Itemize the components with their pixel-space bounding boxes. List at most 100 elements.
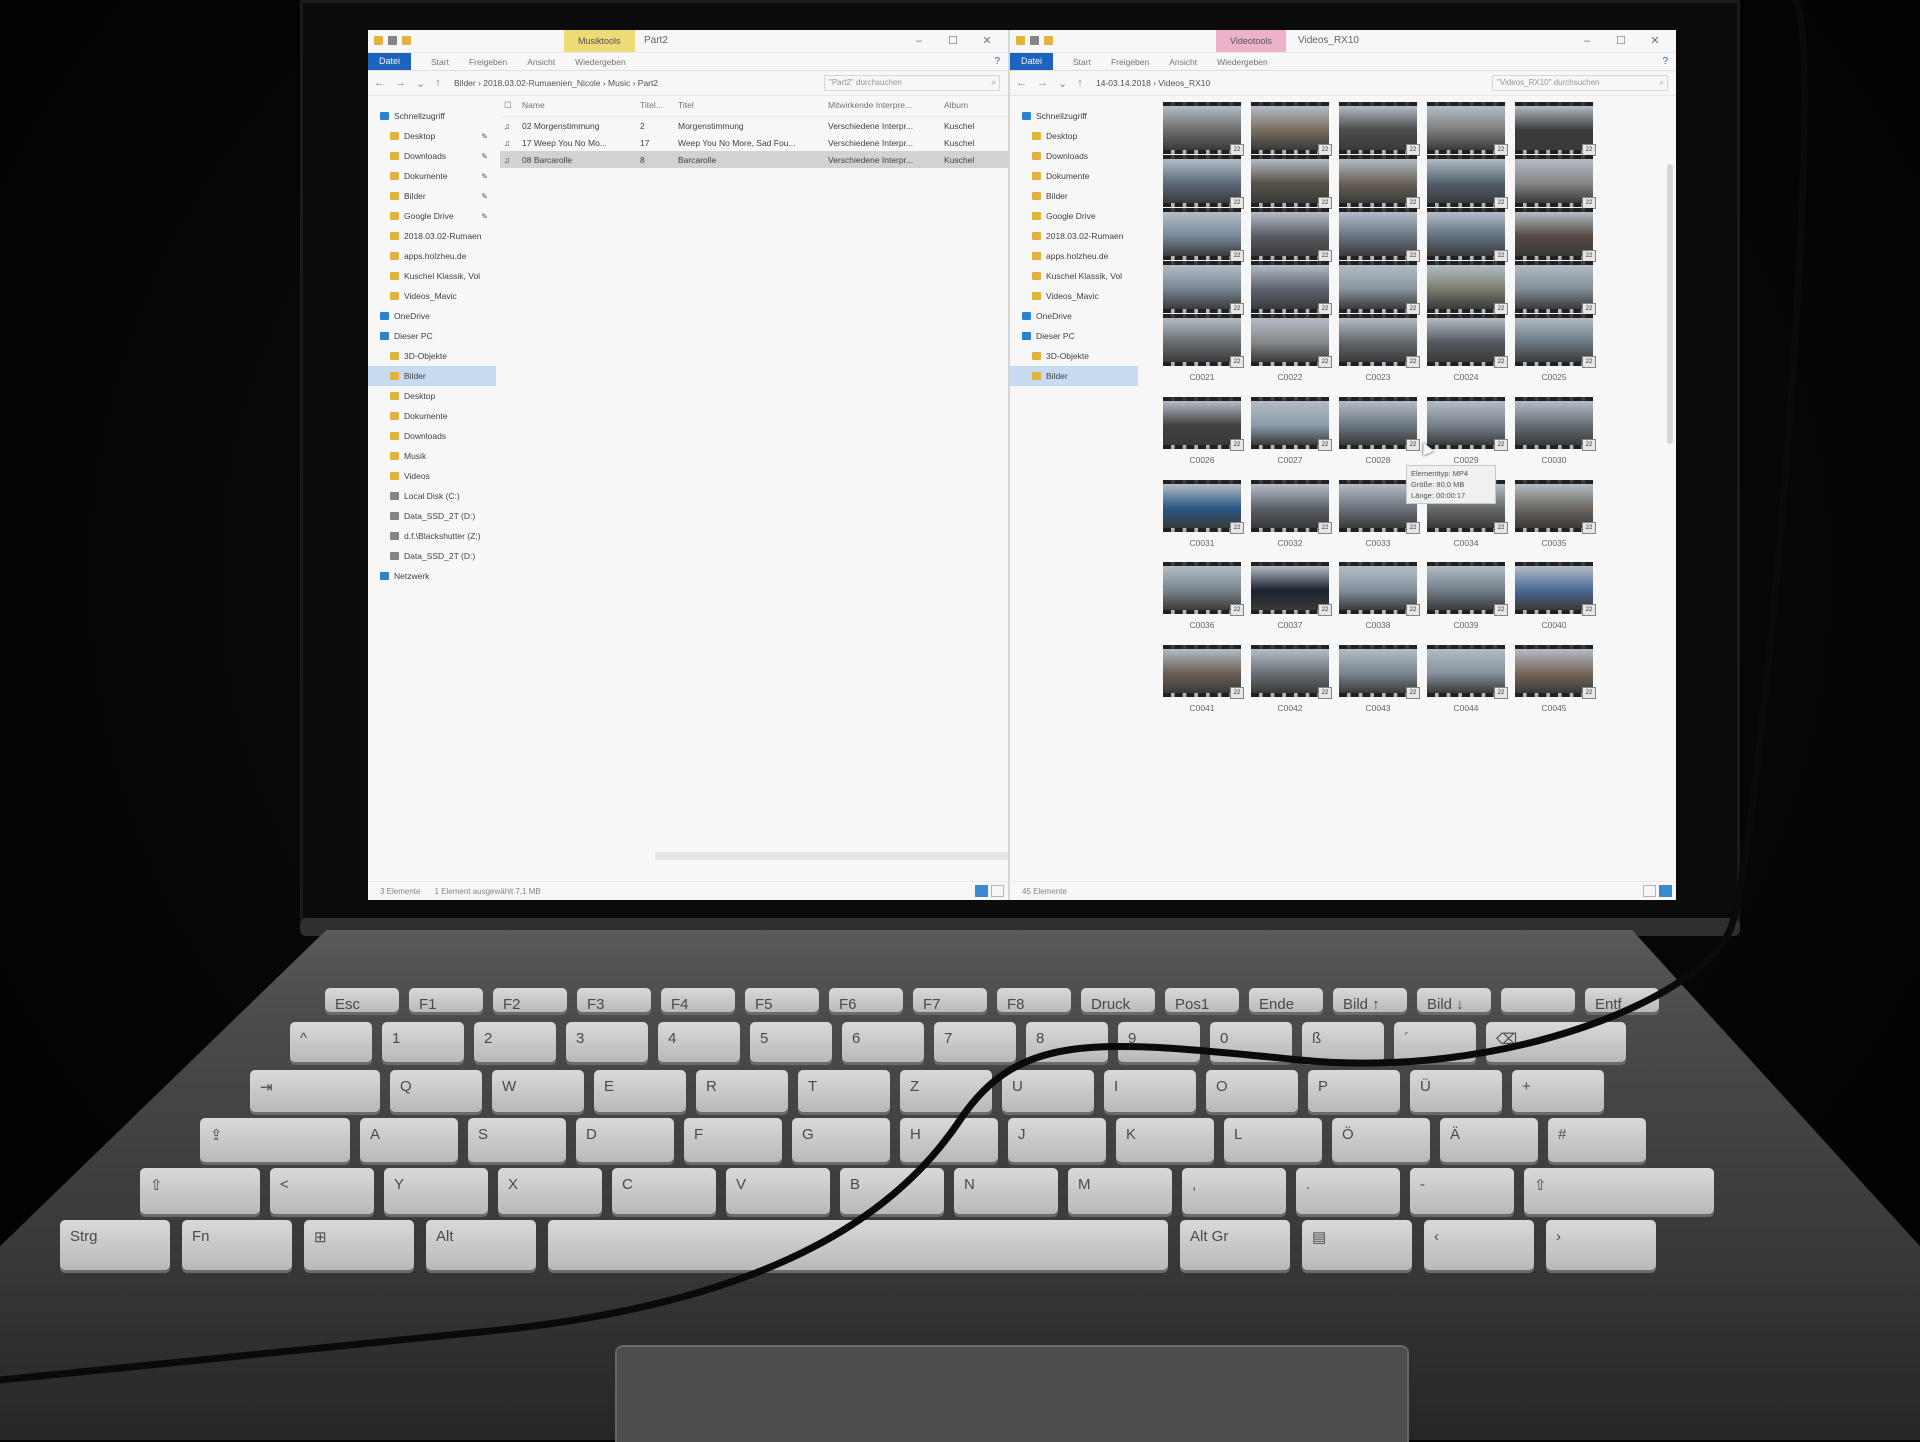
keyboard-key[interactable]: ⇧	[1524, 1168, 1714, 1214]
keyboard-key[interactable]: ▤	[1302, 1220, 1412, 1270]
keyboard-key[interactable]: F5	[745, 988, 819, 1013]
keyboard-key[interactable]: O	[1206, 1070, 1298, 1112]
keyboard-key[interactable]: H	[900, 1118, 998, 1162]
keyboard-key[interactable]: F4	[661, 988, 735, 1013]
keyboard-key[interactable]: ›	[1546, 1220, 1656, 1270]
keyboard-key[interactable]: K	[1116, 1118, 1214, 1162]
keyboard-key[interactable]: Bild ↑	[1333, 988, 1407, 1013]
keyboard-key[interactable]: A	[360, 1118, 458, 1162]
key-label: F	[694, 1126, 704, 1143]
keyboard-key[interactable]: 3	[566, 1022, 648, 1062]
keyboard-key[interactable]: F8	[997, 988, 1071, 1013]
keyboard-key[interactable]: I	[1104, 1070, 1196, 1112]
key-label: Bild ↑	[1343, 996, 1380, 1013]
keyboard-key[interactable]: 8	[1026, 1022, 1108, 1062]
keyboard-key[interactable]	[548, 1220, 1168, 1270]
key-label: Z	[910, 1078, 920, 1095]
keyboard-key[interactable]: 9	[1118, 1022, 1200, 1062]
keyboard-key[interactable]: L	[1224, 1118, 1322, 1162]
keyboard-key[interactable]: E	[594, 1070, 686, 1112]
keyboard-key[interactable]: .	[1296, 1168, 1400, 1214]
keyboard-key[interactable]: G	[792, 1118, 890, 1162]
keyboard-key[interactable]: T	[798, 1070, 890, 1112]
keyboard-key[interactable]: ⇥	[250, 1070, 380, 1112]
key-label: 5	[760, 1030, 769, 1047]
keyboard-key[interactable]: 4	[658, 1022, 740, 1062]
key-label: ⌫	[1496, 1031, 1518, 1048]
keyboard-key[interactable]: Ä	[1440, 1118, 1538, 1162]
keyboard-key[interactable]: ,	[1182, 1168, 1286, 1214]
keyboard-key[interactable]: +	[1512, 1070, 1604, 1112]
keyboard-key[interactable]: F6	[829, 988, 903, 1013]
keyboard-key[interactable]: N	[954, 1168, 1058, 1214]
key-label: 4	[668, 1030, 677, 1047]
keyboard-key[interactable]: 7	[934, 1022, 1016, 1062]
keyboard-key[interactable]: Alt	[426, 1220, 536, 1270]
keyboard-key[interactable]: Entf	[1585, 988, 1659, 1013]
keyboard-key[interactable]: M	[1068, 1168, 1172, 1214]
keyboard-key[interactable]: Y	[384, 1168, 488, 1214]
keyboard-key[interactable]: 0	[1210, 1022, 1292, 1062]
keyboard-key[interactable]: W	[492, 1070, 584, 1112]
key-label: B	[850, 1176, 861, 1193]
keyboard-key[interactable]: 5	[750, 1022, 832, 1062]
keyboard-key[interactable]: -	[1410, 1168, 1514, 1214]
keyboard-key[interactable]: ⌫	[1486, 1022, 1626, 1062]
keyboard-key[interactable]: 2	[474, 1022, 556, 1062]
key-label: Q	[400, 1078, 412, 1095]
keyboard-key[interactable]: J	[1008, 1118, 1106, 1162]
keyboard-key[interactable]: Ü	[1410, 1070, 1502, 1112]
key-label: Bild ↓	[1427, 996, 1464, 1013]
keyboard-key[interactable]	[1501, 988, 1575, 1012]
keyboard-key[interactable]: Ö	[1332, 1118, 1430, 1162]
key-label: F7	[923, 996, 941, 1013]
key-label: #	[1558, 1126, 1567, 1143]
keyboard-key[interactable]: <	[270, 1168, 374, 1214]
key-label: ▤	[1312, 1229, 1327, 1246]
key-label: J	[1018, 1126, 1026, 1143]
key-label: Esc	[335, 996, 361, 1013]
keyboard-key[interactable]: Z	[900, 1070, 992, 1112]
keyboard-key[interactable]: Ende	[1249, 988, 1323, 1013]
keyboard-key[interactable]: #	[1548, 1118, 1646, 1162]
keyboard-key[interactable]: R	[696, 1070, 788, 1112]
keyboard-key[interactable]: ⇪	[200, 1118, 350, 1162]
keyboard-key[interactable]: F2	[493, 988, 567, 1013]
keyboard-key[interactable]: F1	[409, 988, 483, 1013]
key-label: W	[502, 1078, 517, 1095]
keyboard-key[interactable]: F3	[577, 988, 651, 1013]
keyboard-key[interactable]: Pos1	[1165, 988, 1239, 1013]
keyboard-key[interactable]: S	[468, 1118, 566, 1162]
keyboard-key[interactable]: Strg	[60, 1220, 170, 1270]
keyboard-key[interactable]: X	[498, 1168, 602, 1214]
keyboard-key[interactable]: F	[684, 1118, 782, 1162]
key-label: ⇥	[260, 1079, 273, 1096]
keyboard-key[interactable]: 1	[382, 1022, 464, 1062]
keyboard-key[interactable]: D	[576, 1118, 674, 1162]
keyboard-key[interactable]: ⊞	[304, 1220, 414, 1270]
keyboard-key[interactable]: Alt Gr	[1180, 1220, 1290, 1270]
keyboard-key[interactable]: P	[1308, 1070, 1400, 1112]
keyboard-key[interactable]: Esc	[325, 988, 399, 1013]
keyboard-key[interactable]: ´	[1394, 1022, 1476, 1062]
keyboard-key[interactable]: ⇧	[140, 1168, 260, 1214]
keyboard-key[interactable]: B	[840, 1168, 944, 1214]
key-label: P	[1318, 1078, 1329, 1095]
key-label: I	[1114, 1078, 1119, 1095]
keyboard-key[interactable]: Druck	[1081, 988, 1155, 1013]
keyboard-key[interactable]: ^	[290, 1022, 372, 1062]
key-label: R	[706, 1078, 717, 1095]
keyboard-key[interactable]: Q	[390, 1070, 482, 1112]
keyboard-key[interactable]: F7	[913, 988, 987, 1013]
keyboard-key[interactable]: Fn	[182, 1220, 292, 1270]
keyboard-key[interactable]: ‹	[1424, 1220, 1534, 1270]
trackpad[interactable]	[615, 1345, 1409, 1442]
keyboard-key[interactable]: V	[726, 1168, 830, 1214]
keyboard-key[interactable]: ß	[1302, 1022, 1384, 1062]
key-label: ⇧	[1534, 1177, 1547, 1194]
key-label: F4	[671, 996, 689, 1013]
keyboard-key[interactable]: U	[1002, 1070, 1094, 1112]
keyboard-key[interactable]: 6	[842, 1022, 924, 1062]
keyboard-key[interactable]: Bild ↓	[1417, 988, 1491, 1013]
keyboard-key[interactable]: C	[612, 1168, 716, 1214]
